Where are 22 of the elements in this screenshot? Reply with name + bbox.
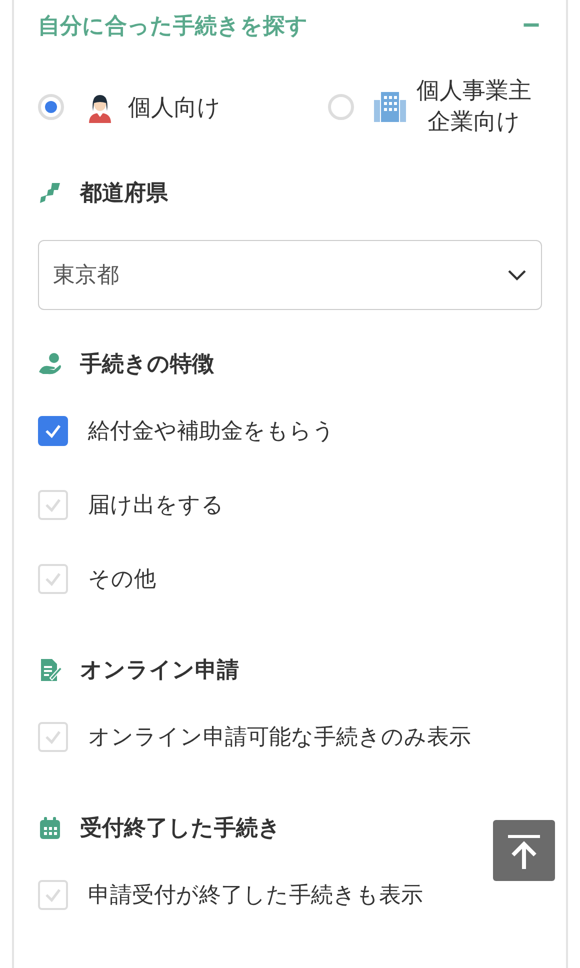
- radio-label: 個人向け: [128, 94, 221, 122]
- office-building-icon: [374, 91, 406, 123]
- checkbox-label: 申請受付が終了した手続きも表示: [88, 882, 423, 910]
- back-to-top-button[interactable]: [493, 820, 555, 881]
- prefecture-dropdown[interactable]: 東京都: [38, 240, 542, 310]
- calendar-icon: [38, 816, 62, 840]
- section-heading: 手続きの特徴: [80, 351, 214, 379]
- checkbox-label: 給付金や補助金をもらう: [88, 418, 335, 446]
- checkbox[interactable]: [38, 416, 68, 446]
- radio-button[interactable]: [38, 94, 64, 120]
- radio-label: 個人事業主企業向け: [415, 76, 532, 137]
- checkbox-label: その他: [88, 566, 156, 594]
- section-heading: 受付終了した手続き: [80, 815, 281, 843]
- section-heading: オンライン申請: [80, 657, 239, 685]
- radio-button[interactable]: [328, 94, 354, 120]
- document-pen-icon: [38, 658, 62, 682]
- section-heading: 都道府県: [80, 180, 168, 208]
- hand-coin-icon: [38, 352, 62, 376]
- panel-title: 自分に合った手続きを探す: [38, 13, 308, 41]
- checkbox-label: オンライン申請可能な手続きのみ表示: [88, 724, 471, 752]
- chevron-down-icon: [507, 269, 527, 281]
- checkbox-label: 届け出をする: [88, 492, 224, 520]
